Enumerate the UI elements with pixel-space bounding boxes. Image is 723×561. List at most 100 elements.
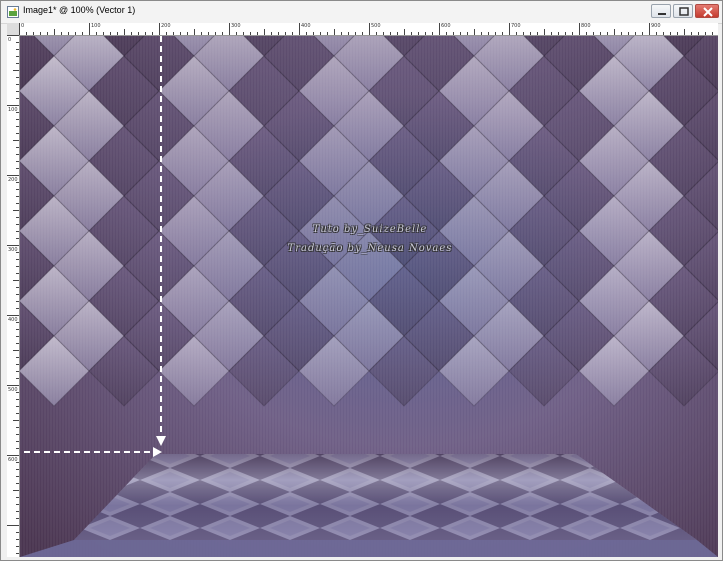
ruler-label: 300 (8, 247, 18, 253)
ruler-tick (7, 385, 19, 386)
ruler-tick (187, 32, 188, 35)
ruler-tick (16, 133, 19, 134)
ruler-tick (131, 32, 132, 35)
ruler-tick (54, 29, 55, 35)
ruler-tick (16, 546, 19, 547)
ruler-tick (16, 42, 19, 43)
ruler-tick (341, 32, 342, 35)
ruler-tick (306, 32, 307, 35)
ruler-tick (180, 32, 181, 35)
image-canvas[interactable]: Tuto by_SuizeBelle Tradução by_Neusa Nov… (20, 36, 718, 557)
ruler-tick (376, 32, 377, 35)
ruler-tick (607, 32, 608, 35)
ruler-tick (16, 371, 19, 372)
ruler-tick (7, 245, 19, 246)
ruler-tick (229, 23, 230, 35)
ruler-tick (16, 147, 19, 148)
ruler-tick (16, 343, 19, 344)
ruler-tick (16, 301, 19, 302)
ruler-tick (16, 294, 19, 295)
ruler-tick (320, 32, 321, 35)
ruler-label: 500 (8, 387, 18, 393)
ruler-tick (16, 476, 19, 477)
ruler-tick (516, 32, 517, 35)
ruler-tick (16, 469, 19, 470)
ruler-tick (712, 32, 713, 35)
ruler-tick (572, 32, 573, 35)
ruler-tick (7, 175, 19, 176)
ruler-tick (663, 32, 664, 35)
ruler-tick (684, 29, 685, 35)
ruler-tick (7, 455, 19, 456)
ruler-tick (334, 29, 335, 35)
ruler-tick (7, 525, 19, 526)
ruler-tick (13, 490, 19, 491)
ruler-tick (13, 140, 19, 141)
ruler-label: 200 (8, 177, 18, 183)
ruler-tick (390, 32, 391, 35)
ruler-label: 300 (231, 23, 241, 29)
minimize-icon (658, 13, 666, 15)
ruler-tick (418, 32, 419, 35)
close-icon (703, 7, 713, 17)
minimize-button[interactable] (651, 4, 671, 18)
ruler-tick (13, 280, 19, 281)
ruler-tick (425, 32, 426, 35)
ruler-tick (16, 126, 19, 127)
ruler-tick (16, 273, 19, 274)
ruler-tick (313, 32, 314, 35)
ruler-tick (502, 32, 503, 35)
ruler-tick (488, 32, 489, 35)
maximize-button[interactable] (673, 4, 693, 18)
ruler-tick (544, 29, 545, 35)
horizontal-ruler[interactable]: 0 100 200 300 400 500 600 700 800 900 (19, 23, 718, 36)
ruler-tick (124, 29, 125, 35)
ruler-tick (16, 378, 19, 379)
ruler-label: 700 (511, 23, 521, 29)
ruler-tick (285, 32, 286, 35)
vertical-ruler[interactable]: 0 100 200 300 400 500 600 (7, 35, 20, 557)
ruler-tick (16, 203, 19, 204)
ruler-tick (509, 23, 510, 35)
ruler-tick (16, 259, 19, 260)
ruler-tick (103, 32, 104, 35)
ruler-tick (705, 32, 706, 35)
ruler-tick (47, 32, 48, 35)
ruler-tick (530, 32, 531, 35)
ruler-tick (16, 497, 19, 498)
ruler-tick (467, 32, 468, 35)
close-button[interactable] (695, 4, 719, 18)
ruler-tick (16, 189, 19, 190)
ruler-tick (16, 77, 19, 78)
ruler-tick (16, 231, 19, 232)
ruler-tick (16, 161, 19, 162)
ruler-tick (16, 266, 19, 267)
ruler-tick (16, 364, 19, 365)
image-icon (7, 6, 19, 18)
maximize-icon (679, 7, 689, 16)
ruler-tick (649, 23, 650, 35)
ruler-label: 400 (8, 317, 18, 323)
ruler-tick (278, 32, 279, 35)
ruler-tick (16, 441, 19, 442)
ruler-tick (13, 350, 19, 351)
ruler-tick (16, 308, 19, 309)
ruler-tick (642, 32, 643, 35)
ruler-tick (16, 448, 19, 449)
ruler-tick (16, 98, 19, 99)
ruler-tick (16, 56, 19, 57)
ruler-tick (16, 217, 19, 218)
ruler-tick (537, 32, 538, 35)
ruler-tick (16, 196, 19, 197)
ruler-tick (327, 32, 328, 35)
ruler-tick (16, 553, 19, 554)
ruler-tick (481, 32, 482, 35)
ruler-tick (551, 32, 552, 35)
title-bar[interactable]: Image1* @ 100% (Vector 1) (1, 1, 722, 24)
ruler-tick (600, 32, 601, 35)
ruler-tick (89, 23, 90, 35)
ruler-tick (586, 32, 587, 35)
ruler-tick (16, 406, 19, 407)
ruler-tick (16, 287, 19, 288)
ruler-tick (16, 224, 19, 225)
